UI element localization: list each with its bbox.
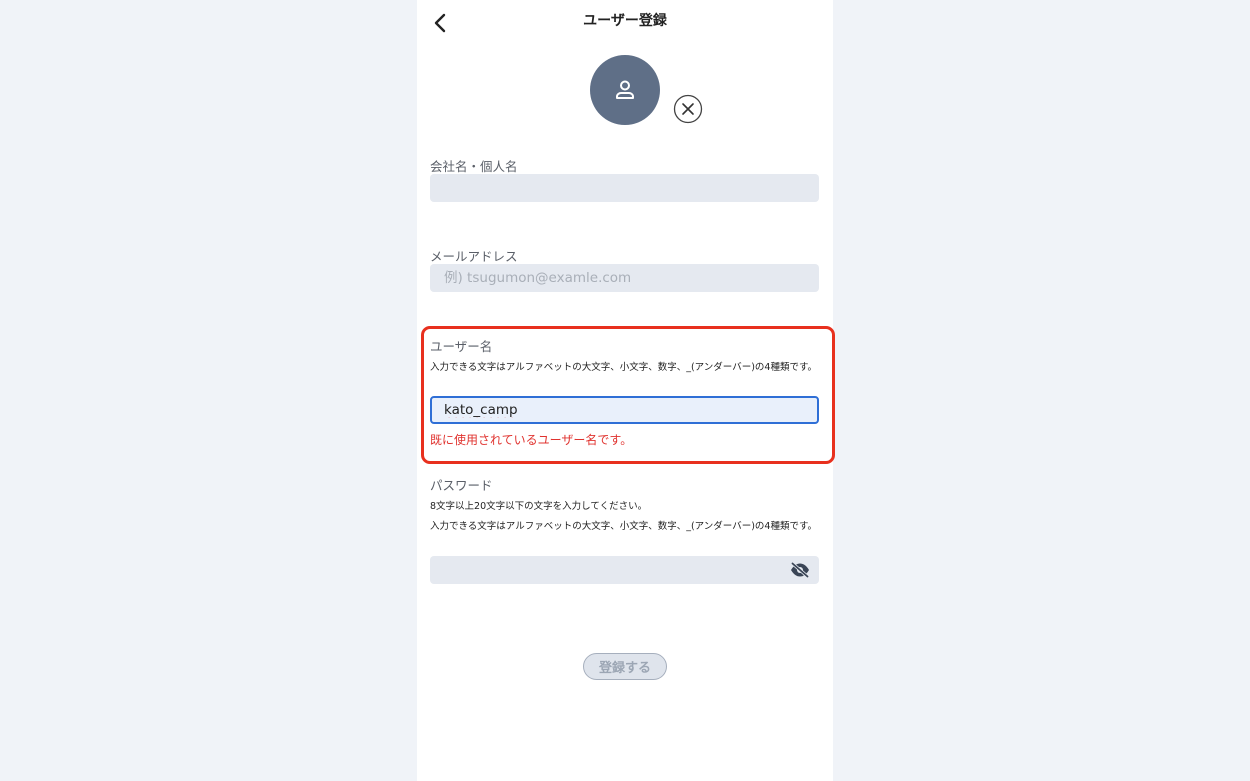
email-field[interactable] xyxy=(430,264,819,292)
email-label: メールアドレス xyxy=(430,249,518,264)
password-label: パスワード xyxy=(430,478,493,493)
password-hint-length: 8文字以上20文字以下の文字を入力してください。 xyxy=(430,501,648,512)
registration-screen: ユーザー登録 会社名・個人名 メールアドレス ユーザー名 入力できる文字はアルフ… xyxy=(417,0,833,781)
page-title: ユーザー登録 xyxy=(583,13,667,29)
email-input[interactable] xyxy=(430,264,819,292)
password-hint-chars: 入力できる文字はアルファベットの大文字、小文字、数字、_(アンダーバー)の4種類… xyxy=(430,521,817,532)
eye-off-icon xyxy=(790,562,810,578)
username-field[interactable] xyxy=(430,396,819,424)
user-icon xyxy=(616,80,634,99)
password-field[interactable] xyxy=(430,556,819,584)
register-button[interactable]: 登録する xyxy=(583,653,667,680)
avatar[interactable] xyxy=(590,55,660,125)
company-field[interactable] xyxy=(430,174,819,202)
password-input[interactable] xyxy=(430,556,819,584)
remove-avatar-button[interactable] xyxy=(673,94,703,124)
close-circle-icon xyxy=(673,94,703,124)
username-hint: 入力できる文字はアルファベットの大文字、小文字、数字、_(アンダーバー)の4種類… xyxy=(430,362,817,373)
username-label: ユーザー名 xyxy=(430,339,493,354)
company-label: 会社名・個人名 xyxy=(430,159,518,174)
company-input[interactable] xyxy=(430,174,819,202)
toggle-password-visibility[interactable] xyxy=(789,560,811,580)
username-input[interactable] xyxy=(432,398,817,422)
username-error: 既に使用されているユーザー名です。 xyxy=(430,433,633,447)
